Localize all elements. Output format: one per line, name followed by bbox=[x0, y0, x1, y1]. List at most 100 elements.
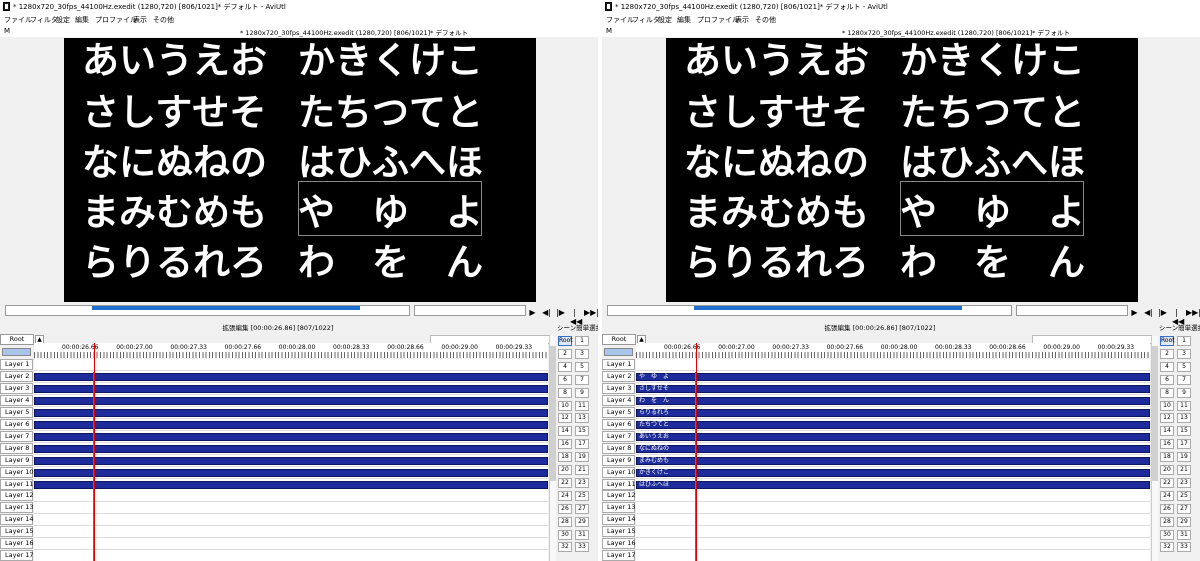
scene-button[interactable]: 19 bbox=[575, 452, 589, 463]
layer-track[interactable] bbox=[34, 359, 548, 371]
preview-canvas[interactable]: あいうえお かきくけこ さしすせそ たちつてと なにぬねの はひふへほ まみむめもや ゆ よ… bbox=[64, 38, 536, 302]
layer-track[interactable]: はひふへほ bbox=[636, 478, 1150, 491]
layer-header[interactable]: Layer 16 bbox=[0, 538, 33, 550]
layer-track[interactable] bbox=[34, 430, 548, 443]
layer-track[interactable] bbox=[34, 454, 548, 467]
scene-button[interactable]: 20 bbox=[1160, 465, 1174, 475]
scene-button[interactable]: 18 bbox=[558, 452, 572, 463]
layer-header[interactable]: Layer 9 bbox=[602, 454, 635, 466]
timeline-object[interactable] bbox=[34, 372, 548, 381]
scene-button[interactable]: 2 bbox=[1160, 348, 1174, 359]
scene-button[interactable]: 29 bbox=[575, 516, 589, 527]
layer-track[interactable] bbox=[636, 502, 1150, 515]
timeline-object[interactable] bbox=[34, 408, 548, 417]
layer-track[interactable]: わ を ん bbox=[636, 394, 1150, 407]
next-frame-button[interactable]: |▶ bbox=[1158, 308, 1167, 317]
scene-button[interactable]: 27 bbox=[1177, 503, 1191, 514]
scene-button[interactable]: 26 bbox=[558, 503, 572, 514]
prev-frame-button[interactable]: ◀| bbox=[542, 308, 551, 317]
layer-header[interactable]: Layer 2 bbox=[602, 370, 635, 382]
preview-text-object[interactable]: たちつてと bbox=[298, 94, 483, 131]
scene-button[interactable]: 27 bbox=[575, 503, 589, 514]
timeline-object[interactable] bbox=[34, 444, 548, 453]
seek-bar-secondary[interactable] bbox=[1016, 305, 1128, 316]
layer-track[interactable] bbox=[34, 478, 548, 491]
scene-button[interactable]: 1 bbox=[1177, 336, 1191, 346]
layer-track[interactable]: なにぬねの bbox=[636, 442, 1150, 455]
menu-item[interactable]: 表示 bbox=[133, 15, 147, 25]
layer-header[interactable]: Layer 8 bbox=[602, 442, 635, 454]
scene-button[interactable]: 7 bbox=[575, 374, 589, 385]
preview-text-object[interactable]: なにぬねの bbox=[684, 144, 869, 181]
layer-header[interactable]: Layer 10 bbox=[0, 466, 33, 478]
preview-text-object[interactable]: さしすせそ bbox=[684, 94, 868, 131]
layer-track[interactable] bbox=[636, 550, 1150, 561]
layer-track[interactable] bbox=[34, 526, 548, 539]
timeline-object[interactable]: まみむめも bbox=[636, 456, 1150, 465]
layer-track[interactable]: たちつてと bbox=[636, 418, 1150, 431]
layer-header[interactable]: Layer 13 bbox=[0, 502, 33, 514]
layer-header[interactable]: Layer 8 bbox=[0, 442, 33, 454]
scene-button[interactable]: 15 bbox=[575, 426, 589, 437]
layer-header[interactable]: Layer 3 bbox=[0, 382, 33, 394]
scene-button[interactable]: 8 bbox=[558, 387, 572, 398]
scene-button[interactable]: 5 bbox=[1177, 361, 1191, 372]
layer-header[interactable]: Layer 6 bbox=[0, 418, 33, 430]
timeline-object[interactable]: らりるれろ bbox=[636, 408, 1150, 417]
layer-header[interactable]: Layer 1 bbox=[0, 359, 33, 370]
layer-track[interactable] bbox=[34, 502, 548, 515]
scene-button[interactable]: 20 bbox=[558, 465, 572, 475]
layer-header[interactable]: Layer 17 bbox=[0, 550, 33, 561]
preview-canvas[interactable]: あいうえお かきくけこ さしすせそ たちつてと なにぬねの はひふへほ まみむめもや ゆ よ… bbox=[666, 38, 1138, 302]
scene-button[interactable]: 11 bbox=[575, 400, 589, 411]
timeline-object[interactable]: さしすせそ bbox=[636, 384, 1150, 393]
timeline-root-button[interactable]: Root bbox=[0, 334, 34, 345]
timeline-object[interactable]: や ゆ よ bbox=[636, 372, 1150, 381]
layer-header[interactable]: Layer 9 bbox=[0, 454, 33, 466]
layer-header[interactable]: Layer 15 bbox=[0, 526, 33, 538]
playhead-cursor[interactable] bbox=[696, 343, 697, 561]
scene-button[interactable]: 12 bbox=[1160, 413, 1174, 424]
scene-button[interactable]: 16 bbox=[1160, 439, 1174, 450]
scene-button[interactable]: 17 bbox=[1177, 439, 1191, 450]
layer-track[interactable] bbox=[34, 466, 548, 479]
scene-button[interactable]: 32 bbox=[1160, 542, 1174, 553]
to-start-button[interactable]: |◀◀ bbox=[1172, 308, 1184, 326]
scene-button[interactable]: 7 bbox=[1177, 374, 1191, 385]
layer-track[interactable] bbox=[34, 514, 548, 527]
timeline-object[interactable]: あいうえお bbox=[636, 432, 1150, 441]
layer-header[interactable]: Layer 4 bbox=[602, 394, 635, 406]
scene-button[interactable]: 3 bbox=[575, 348, 589, 359]
scene-button[interactable]: 21 bbox=[575, 465, 589, 475]
preview-text-object[interactable]: あいうえお bbox=[684, 42, 869, 79]
scene-button[interactable]: 30 bbox=[558, 529, 572, 540]
layer-header[interactable]: Layer 11 bbox=[602, 478, 635, 490]
layer-header[interactable]: Layer 16 bbox=[602, 538, 635, 550]
scene-button[interactable]: 6 bbox=[558, 374, 572, 385]
preview-text-object[interactable]: かきくけこ bbox=[900, 42, 1085, 79]
scene-button[interactable]: 25 bbox=[1177, 490, 1191, 501]
layer-track[interactable] bbox=[34, 418, 548, 431]
layer-track[interactable] bbox=[34, 490, 548, 503]
scene-button[interactable]: 9 bbox=[1177, 387, 1191, 398]
menu-item[interactable]: 編集 bbox=[75, 15, 89, 25]
prev-frame-button[interactable]: ◀| bbox=[1144, 308, 1153, 317]
menu-item[interactable]: プロファイル bbox=[697, 15, 739, 25]
scene-button[interactable]: 8 bbox=[1160, 387, 1174, 398]
timeline-object[interactable] bbox=[34, 396, 548, 405]
scene-button[interactable]: 29 bbox=[1177, 516, 1191, 527]
menu-item[interactable]: フィルタ bbox=[30, 15, 58, 25]
layer-track[interactable] bbox=[34, 382, 548, 395]
scene-button[interactable]: 24 bbox=[1160, 490, 1174, 501]
preview-text-object[interactable]: まみむめも bbox=[684, 194, 869, 231]
layer-track[interactable] bbox=[636, 359, 1150, 371]
timeline-object[interactable] bbox=[34, 432, 548, 441]
preview-text-object[interactable]: らりるれろ bbox=[684, 244, 869, 281]
layer-header[interactable]: Layer 14 bbox=[0, 514, 33, 526]
play-button[interactable]: ▶ bbox=[528, 308, 537, 317]
scene-button[interactable]: 15 bbox=[1177, 426, 1191, 437]
scene-button[interactable]: 26 bbox=[1160, 503, 1174, 514]
scene-root-button[interactable]: Root bbox=[558, 336, 573, 346]
layer-header[interactable]: Layer 5 bbox=[0, 406, 33, 418]
scene-button[interactable]: 24 bbox=[558, 490, 572, 501]
